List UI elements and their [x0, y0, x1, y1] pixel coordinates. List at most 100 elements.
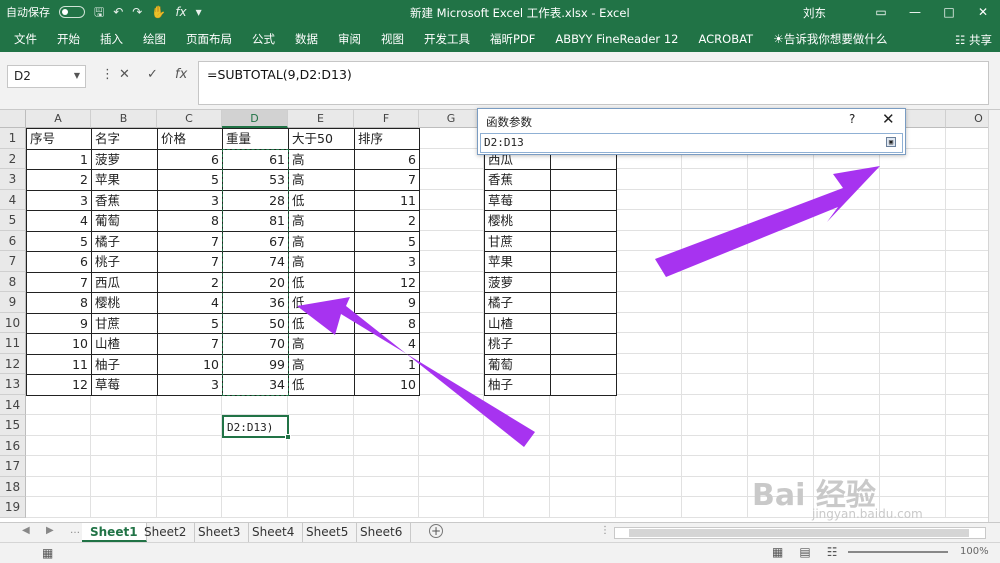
grid-cell[interactable]: [157, 476, 222, 497]
grid-cell[interactable]: [484, 435, 550, 456]
grid-cell[interactable]: [419, 230, 484, 251]
grid-cell[interactable]: [419, 169, 484, 190]
table-cell[interactable]: 5: [157, 169, 223, 191]
table-cell[interactable]: 高: [288, 353, 355, 375]
grid-cell[interactable]: [419, 497, 484, 518]
row-header[interactable]: 8: [0, 271, 26, 292]
table-cell[interactable]: 7: [157, 251, 223, 273]
grid-cell[interactable]: [814, 189, 880, 210]
grid-cell[interactable]: [484, 497, 550, 518]
table-cell[interactable]: 山楂: [91, 333, 158, 355]
scroll-thumb[interactable]: [629, 529, 969, 537]
grid-cell[interactable]: [354, 476, 419, 497]
table-cell[interactable]: 樱桃: [91, 292, 158, 314]
grid-cell[interactable]: [880, 353, 946, 374]
table-cell[interactable]: 4: [354, 333, 420, 355]
range-input[interactable]: D2:D13 ▣: [480, 133, 903, 153]
vertical-scrollbar[interactable]: [988, 110, 1000, 522]
row-header[interactable]: 6: [0, 230, 26, 251]
grid-cell[interactable]: [748, 169, 814, 190]
grid-cell[interactable]: [682, 292, 748, 313]
row-header[interactable]: 15: [0, 415, 26, 436]
header-cell[interactable]: 价格: [157, 128, 223, 150]
active-cell-editing[interactable]: D2:D13): [222, 415, 291, 440]
grid-cell[interactable]: [682, 189, 748, 210]
fill-handle[interactable]: [285, 433, 291, 440]
table-cell[interactable]: 葡萄: [91, 210, 158, 232]
grid-cell[interactable]: [748, 394, 814, 415]
row-header[interactable]: 2: [0, 148, 26, 169]
split-handle-icon[interactable]: ⋮: [600, 525, 610, 536]
list-cell[interactable]: 山楂: [484, 312, 551, 334]
grid-cell[interactable]: [419, 333, 484, 354]
grid-cell[interactable]: [616, 497, 682, 518]
row-header[interactable]: 10: [0, 312, 26, 333]
grid-cell[interactable]: [880, 415, 946, 436]
grid-cell[interactable]: [550, 394, 616, 415]
table-cell[interactable]: 67: [222, 230, 289, 252]
header-cell[interactable]: 大于50: [288, 128, 355, 150]
grid-cell[interactable]: [748, 292, 814, 313]
table-cell[interactable]: 20: [222, 271, 289, 293]
list-cell[interactable]: 苹果: [484, 251, 551, 273]
list-empty-cell[interactable]: [550, 251, 617, 273]
table-cell[interactable]: 高: [288, 148, 355, 170]
table-cell[interactable]: 9: [354, 292, 420, 314]
grid-cell[interactable]: [419, 394, 484, 415]
table-cell[interactable]: 3: [157, 189, 223, 211]
table-cell[interactable]: 高: [288, 210, 355, 232]
grid-cell[interactable]: [26, 435, 91, 456]
normal-view-icon[interactable]: ▦: [772, 545, 783, 559]
maximize-icon[interactable]: □: [932, 0, 966, 26]
zoom-slider[interactable]: [848, 551, 948, 553]
grid-cell[interactable]: [682, 435, 748, 456]
grid-cell[interactable]: [880, 312, 946, 333]
grid-cell[interactable]: [91, 394, 157, 415]
list-empty-cell[interactable]: [550, 292, 617, 314]
column-header[interactable]: E: [288, 110, 354, 128]
grid-cell[interactable]: [748, 374, 814, 395]
header-cell[interactable]: 序号: [26, 128, 92, 150]
table-cell[interactable]: 5: [157, 312, 223, 334]
grid-cell[interactable]: [222, 394, 288, 415]
grid-cell[interactable]: [748, 333, 814, 354]
grid-cell[interactable]: [814, 230, 880, 251]
grid-cell[interactable]: [682, 251, 748, 272]
grid-cell[interactable]: [814, 394, 880, 415]
column-header[interactable]: D: [222, 110, 288, 128]
ribbon-tab-2[interactable]: 插入: [100, 31, 123, 47]
grid-cell[interactable]: [616, 353, 682, 374]
grid-cell[interactable]: [419, 415, 484, 436]
grid-cell[interactable]: [682, 271, 748, 292]
grid-cell[interactable]: [26, 497, 91, 518]
grid-cell[interactable]: [419, 148, 484, 169]
grid-cell[interactable]: [814, 210, 880, 231]
page-layout-view-icon[interactable]: ▤: [799, 545, 810, 559]
table-cell[interactable]: 12: [26, 374, 92, 396]
grid-cell[interactable]: [419, 128, 484, 149]
list-cell[interactable]: 草莓: [484, 189, 551, 211]
grid-cell[interactable]: [814, 312, 880, 333]
table-cell[interactable]: 2: [354, 210, 420, 232]
grid-cell[interactable]: [616, 189, 682, 210]
grid-cell[interactable]: [616, 456, 682, 477]
table-cell[interactable]: 橘子: [91, 230, 158, 252]
grid-cell[interactable]: [880, 456, 946, 477]
table-cell[interactable]: 53: [222, 169, 289, 191]
row-header[interactable]: 3: [0, 169, 26, 190]
prev-sheet-icon[interactable]: ◀: [22, 525, 30, 536]
table-cell[interactable]: 高: [288, 230, 355, 252]
list-empty-cell[interactable]: [550, 189, 617, 211]
grid-cell[interactable]: [26, 394, 91, 415]
table-cell[interactable]: 10: [26, 333, 92, 355]
grid-cell[interactable]: [419, 210, 484, 231]
grid-cell[interactable]: [222, 497, 288, 518]
table-cell[interactable]: 3: [157, 374, 223, 396]
table-cell[interactable]: 苹果: [91, 169, 158, 191]
enter-icon[interactable]: ✓: [147, 67, 158, 82]
grid-cell[interactable]: [616, 230, 682, 251]
table-cell[interactable]: 36: [222, 292, 289, 314]
grid-cell[interactable]: [880, 251, 946, 272]
fx-icon[interactable]: fx: [175, 4, 186, 20]
grid-cell[interactable]: [354, 435, 419, 456]
